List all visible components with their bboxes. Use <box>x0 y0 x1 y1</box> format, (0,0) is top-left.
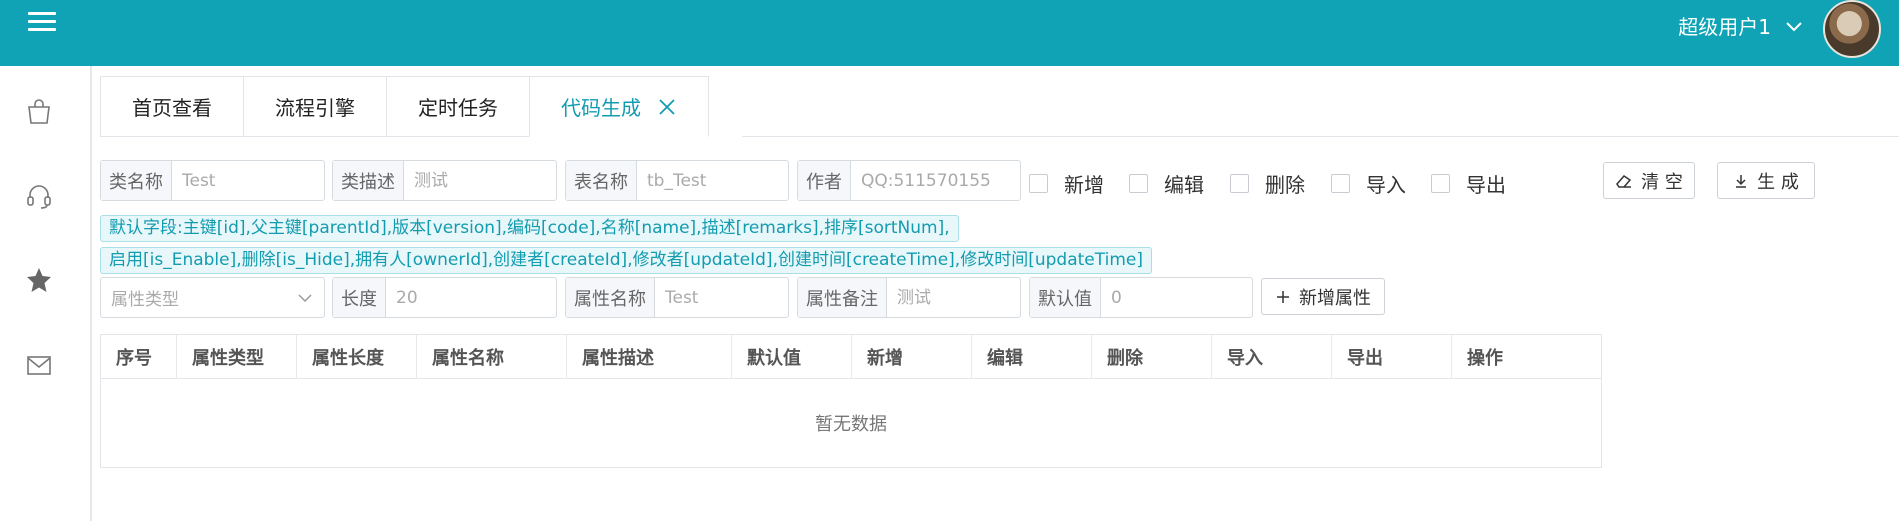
author-label: 作者 <box>798 161 851 200</box>
plus-icon <box>1277 290 1289 303</box>
menu-icon[interactable] <box>28 12 56 34</box>
checkbox-delete[interactable]: 删除 <box>1230 169 1305 198</box>
attribute-name-input[interactable] <box>655 278 788 317</box>
length-label: 长度 <box>333 278 386 317</box>
attribute-type-placeholder: 属性类型 <box>111 290 179 310</box>
checkbox-box[interactable] <box>1129 174 1148 193</box>
length-field: 长度 <box>332 277 557 318</box>
attribute-name-field: 属性名称 <box>565 277 789 318</box>
tab-label: 首页查看 <box>132 96 212 120</box>
checkbox-box[interactable] <box>1230 174 1249 193</box>
tab-label: 代码生成 <box>561 96 641 120</box>
attribute-name-label: 属性名称 <box>566 278 655 317</box>
column-header[interactable]: 默认值 <box>732 335 852 379</box>
class-desc-label: 类描述 <box>333 161 404 200</box>
table-name-label: 表名称 <box>566 161 637 200</box>
default-fields-tag-1: 默认字段:主键[id],父主键[parentId],版本[version],编码… <box>100 215 959 242</box>
star-icon[interactable] <box>24 265 54 295</box>
table-empty-state: 暂无数据 <box>815 414 887 435</box>
tab-bar: 首页查看 流程引擎 定时任务 代码生成 <box>100 76 709 137</box>
checkbox-export[interactable]: 导出 <box>1431 169 1506 198</box>
top-bar: 超级用户1 <box>0 0 1899 66</box>
attribute-remark-field: 属性备注 <box>797 277 1021 318</box>
checkbox-label: 导出 <box>1466 173 1506 197</box>
column-header[interactable]: 删除 <box>1092 335 1212 379</box>
user-name[interactable]: 超级用户1 <box>1678 14 1771 40</box>
tab-home[interactable]: 首页查看 <box>100 76 243 137</box>
default-fields-tag-2: 启用[is_Enable],删除[is_Hide],拥有人[ownerId],创… <box>100 247 1152 274</box>
avatar[interactable] <box>1823 0 1881 58</box>
class-name-field: 类名称 <box>100 160 325 201</box>
tab-workflow[interactable]: 流程引擎 <box>243 76 386 137</box>
tab-divider <box>742 136 1899 137</box>
author-field: 作者 <box>797 160 1021 201</box>
column-header[interactable]: 操作 <box>1452 335 1601 379</box>
clear-button[interactable]: 清 空 <box>1603 162 1695 199</box>
add-attribute-label: 新增属性 <box>1299 287 1371 309</box>
column-header[interactable]: 导出 <box>1332 335 1452 379</box>
attribute-type-select[interactable]: 属性类型 <box>100 277 325 318</box>
class-name-label: 类名称 <box>101 161 172 200</box>
mail-icon[interactable] <box>24 350 54 380</box>
download-icon <box>1736 174 1747 188</box>
checkbox-label: 导入 <box>1366 173 1406 197</box>
default-value-input[interactable] <box>1101 278 1252 317</box>
tab-code-generation[interactable]: 代码生成 <box>529 76 709 137</box>
checkbox-label: 编辑 <box>1164 173 1204 197</box>
table-name-field: 表名称 <box>565 160 789 201</box>
checkbox-box[interactable] <box>1029 174 1048 193</box>
eraser-icon <box>1616 174 1632 188</box>
tab-scheduled-tasks[interactable]: 定时任务 <box>386 76 529 137</box>
checkbox-label: 新增 <box>1064 173 1104 197</box>
column-header[interactable]: 导入 <box>1212 335 1332 379</box>
clear-button-label: 清 空 <box>1641 171 1683 193</box>
generate-button[interactable]: 生 成 <box>1717 162 1815 199</box>
sidebar <box>0 66 92 521</box>
column-header[interactable]: 属性长度 <box>297 335 417 379</box>
chevron-down-icon <box>298 293 312 302</box>
column-header[interactable]: 序号 <box>101 335 177 379</box>
column-header[interactable]: 新增 <box>852 335 972 379</box>
class-name-input[interactable] <box>172 161 324 200</box>
tab-label: 流程引擎 <box>275 96 355 120</box>
generate-button-label: 生 成 <box>1757 171 1799 193</box>
close-icon[interactable] <box>657 97 677 117</box>
table-name-input[interactable] <box>637 161 788 200</box>
default-value-label: 默认值 <box>1030 278 1101 317</box>
checkbox-edit[interactable]: 编辑 <box>1129 169 1204 198</box>
checkbox-box[interactable] <box>1431 174 1450 193</box>
attributes-table: 序号 属性类型 属性长度 属性名称 属性描述 默认值 新增 编辑 删除 导入 导… <box>100 334 1602 468</box>
class-desc-input[interactable] <box>404 161 556 200</box>
attribute-remark-input[interactable] <box>887 278 1020 317</box>
checkbox-import[interactable]: 导入 <box>1331 169 1406 198</box>
table-header: 序号 属性类型 属性长度 属性名称 属性描述 默认值 新增 编辑 删除 导入 导… <box>101 335 1601 379</box>
column-header[interactable]: 属性名称 <box>417 335 567 379</box>
column-header[interactable]: 属性类型 <box>177 335 297 379</box>
author-input[interactable] <box>851 161 1020 200</box>
checkbox-box[interactable] <box>1331 174 1350 193</box>
attribute-remark-label: 属性备注 <box>798 278 887 317</box>
headset-icon[interactable] <box>24 181 54 211</box>
column-header[interactable]: 属性描述 <box>567 335 732 379</box>
column-header[interactable]: 编辑 <box>972 335 1092 379</box>
bag-icon[interactable] <box>24 96 54 126</box>
checkbox-add[interactable]: 新增 <box>1029 169 1104 198</box>
checkbox-label: 删除 <box>1265 173 1305 197</box>
chevron-down-icon[interactable] <box>1784 16 1804 36</box>
add-attribute-button[interactable]: 新增属性 <box>1261 278 1385 315</box>
default-value-field: 默认值 <box>1029 277 1253 318</box>
length-input[interactable] <box>386 278 556 317</box>
tab-label: 定时任务 <box>418 96 498 120</box>
class-desc-field: 类描述 <box>332 160 557 201</box>
